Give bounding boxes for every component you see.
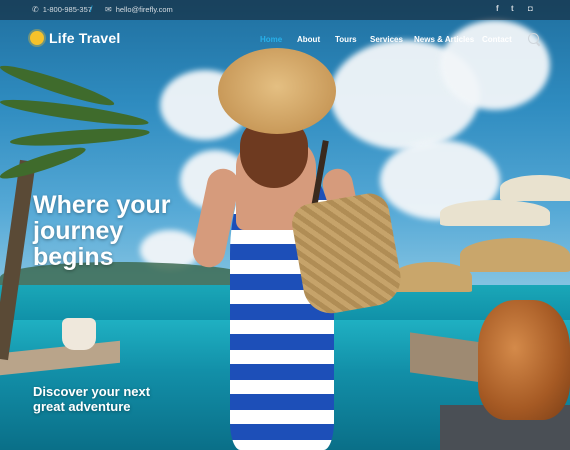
nav-item-about[interactable]: About [297, 35, 320, 44]
facebook-icon[interactable]: f [496, 4, 499, 13]
headline-line: journey [33, 217, 124, 245]
straw-bag [289, 190, 405, 318]
search-icon[interactable] [528, 33, 539, 44]
subline-line: great adventure [33, 399, 131, 414]
email-contact[interactable]: ✉ hello@firefly.com [105, 5, 173, 14]
nav-item-contact[interactable]: Contact [482, 35, 512, 44]
planter [478, 300, 570, 420]
thatched-hut [460, 238, 570, 272]
hero-subline: Discover your next great adventure [33, 384, 193, 414]
phone-contact[interactable]: ✆ 1-800-985-357 [32, 5, 92, 14]
plant-pot [62, 318, 96, 350]
umbrella [500, 175, 570, 201]
sun-hat [218, 48, 336, 134]
subline-line: Discover your next [33, 384, 151, 399]
headline-line: Where your [33, 191, 171, 219]
nav-item-home[interactable]: Home [260, 35, 282, 44]
hero-headline: Where your journey begins [33, 192, 223, 270]
headline-line: begins [33, 243, 114, 271]
umbrella [440, 200, 550, 226]
divider: / [90, 4, 93, 14]
email-address: hello@firefly.com [115, 5, 173, 14]
nav-item-tours[interactable]: Tours [335, 35, 357, 44]
envelope-icon: ✉ [105, 4, 112, 14]
main-nav: Home About Tours Services News & Article… [0, 35, 570, 47]
twitter-icon[interactable]: t [511, 4, 514, 13]
nav-item-services[interactable]: Services [370, 35, 403, 44]
top-info-bar: ✆ 1-800-985-357 / ✉ hello@firefly.com f … [0, 0, 570, 20]
nav-item-news-articles[interactable]: News & Articles [414, 35, 474, 44]
phone-number: 1-800-985-357 [42, 5, 92, 14]
instagram-icon[interactable]: ◘ [528, 4, 533, 13]
phone-icon: ✆ [32, 4, 39, 14]
